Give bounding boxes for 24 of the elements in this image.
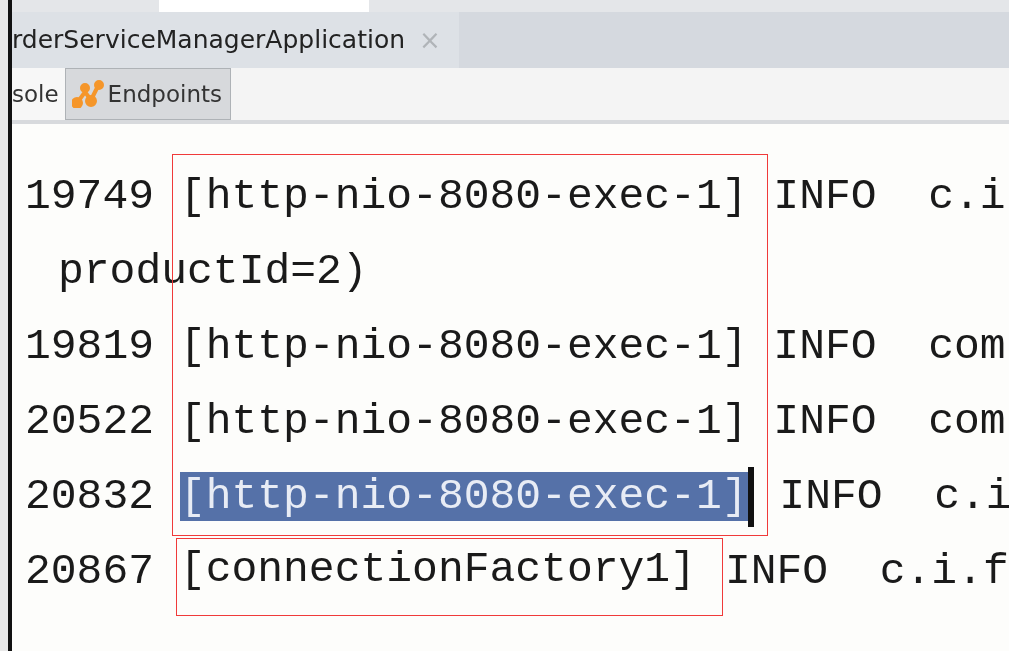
thread-name: [connectionFactory1] <box>179 545 696 594</box>
line-number: 19819 <box>25 322 155 371</box>
editor-tab[interactable]: rderServiceManagerApplication × <box>12 12 459 68</box>
thread-name: [http-nio-8080-exec-1] <box>179 472 748 521</box>
logger-name: com <box>928 322 1006 371</box>
logger-name: c.i.f <box>879 547 1009 596</box>
endpoints-icon <box>71 80 104 108</box>
thread-name: [http-nio-8080-exec-1] <box>179 397 748 446</box>
thread-name: [http-nio-8080-exec-1] <box>179 172 748 221</box>
text-cursor <box>747 466 754 527</box>
log-level: INFO <box>773 397 877 446</box>
logger-name: com <box>928 397 1006 446</box>
line-number: 20522 <box>25 397 155 446</box>
log-level: INFO <box>773 172 877 221</box>
log-level: INFO <box>779 472 883 521</box>
log-level: INFO <box>724 547 829 596</box>
line-number: 19749 <box>25 172 155 221</box>
line-number: 20867 <box>25 547 155 596</box>
logger-name: c.i <box>934 472 1009 521</box>
tool-tab[interactable]: Endpoints <box>64 68 231 120</box>
thread-name: [http-nio-8080-exec-1] <box>179 322 748 371</box>
log-level: INFO <box>773 322 877 371</box>
line-number: 20832 <box>25 472 155 521</box>
logger-name: c.i <box>928 172 1006 221</box>
